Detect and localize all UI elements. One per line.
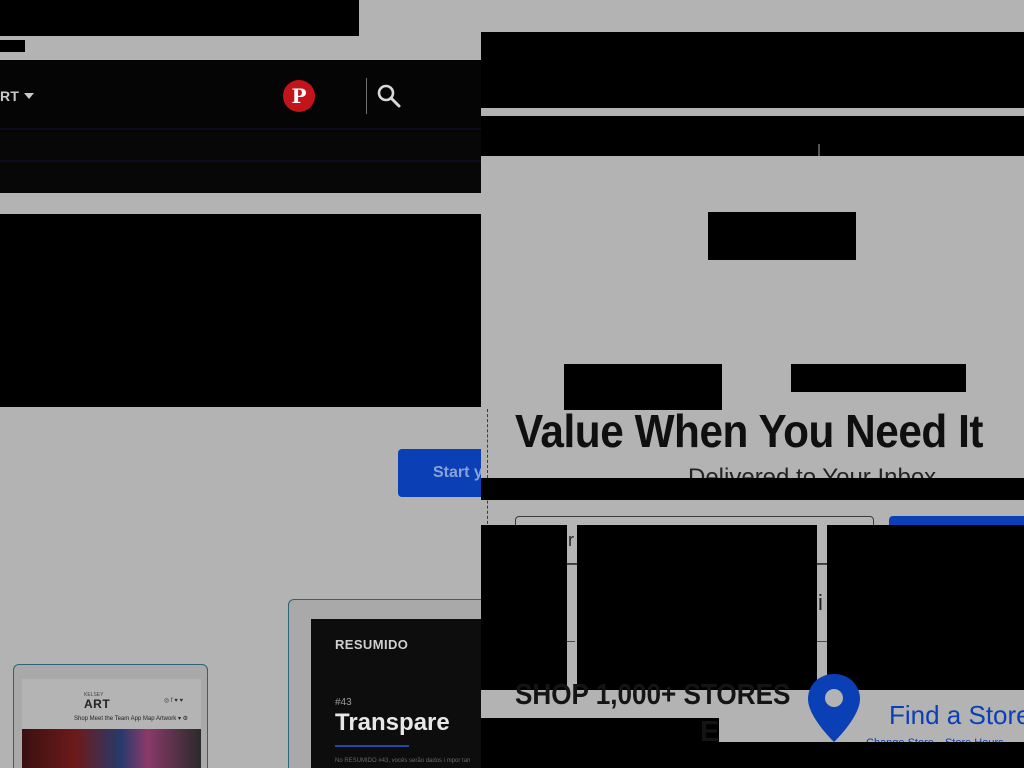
redaction-block	[827, 525, 1024, 690]
redaction-block	[708, 212, 856, 260]
start-button[interactable]: Start y	[398, 449, 481, 497]
redaction-block	[481, 32, 1024, 108]
caret-down-icon	[24, 93, 35, 99]
card-menu: Shop Meet the Team App Map Artwork ▾ ⚙	[74, 716, 189, 722]
card-body-text: No RESUMIDO #43, vocês serão dados i mpo…	[335, 758, 471, 764]
nav-item-art[interactable]: RT	[0, 88, 35, 104]
screen: RT P Start y KELSEY ART ◎ f ♥ ♥ Shop Mee…	[0, 0, 1024, 768]
find-store-link[interactable]: Find a Store	[889, 700, 1024, 731]
nav-divider	[366, 78, 367, 114]
pinterest-icon[interactable]: P	[283, 80, 315, 112]
card-logo: ART	[84, 697, 111, 711]
nav-item-label: RT	[0, 88, 20, 104]
card-headline: Transpare	[335, 709, 450, 736]
redaction-block	[481, 116, 1024, 156]
option-label-fragment: i	[818, 590, 823, 615]
redaction-block	[0, 214, 481, 407]
divider	[567, 564, 577, 565]
card-preview-header: KELSEY ART ◎ f ♥ ♥ Shop Meet the Team Ap…	[22, 679, 201, 729]
shop-stores-heading-2: E	[700, 716, 720, 748]
card-photo	[22, 729, 201, 768]
divider	[567, 641, 575, 642]
redaction-block	[481, 525, 567, 690]
shop-stores-heading: SHOP 1,000+ STORES	[515, 679, 791, 711]
card-social-icons: ◎ f ♥ ♥	[164, 698, 184, 704]
divider	[817, 641, 827, 642]
search-icon[interactable]	[376, 83, 402, 109]
redaction-block	[719, 742, 1024, 768]
divider	[817, 564, 827, 565]
redaction-block	[481, 478, 1024, 500]
card-link	[335, 745, 409, 747]
card-preview-resumido: RESUMIDO #43 Transpare No RESUMIDO #43, …	[311, 619, 481, 768]
card-title: RESUMIDO	[335, 637, 409, 652]
site-header	[0, 60, 481, 132]
nav-divider	[0, 128, 481, 130]
popup-headline: Value When You Need It	[515, 405, 984, 457]
redaction-block	[577, 525, 817, 690]
redaction-block	[791, 364, 966, 392]
card-issue-number: #43	[335, 697, 352, 708]
sub-nav	[0, 132, 481, 193]
redaction-block	[0, 40, 25, 52]
template-card-kelsey[interactable]: KELSEY ART ◎ f ♥ ♥ Shop Meet the Team Ap…	[13, 664, 208, 768]
dashed-border	[487, 409, 488, 529]
nav-divider	[0, 160, 481, 162]
redaction-block	[0, 0, 359, 36]
text-caret	[818, 144, 820, 156]
map-pin-icon[interactable]	[806, 672, 862, 744]
redaction-block	[481, 718, 719, 768]
